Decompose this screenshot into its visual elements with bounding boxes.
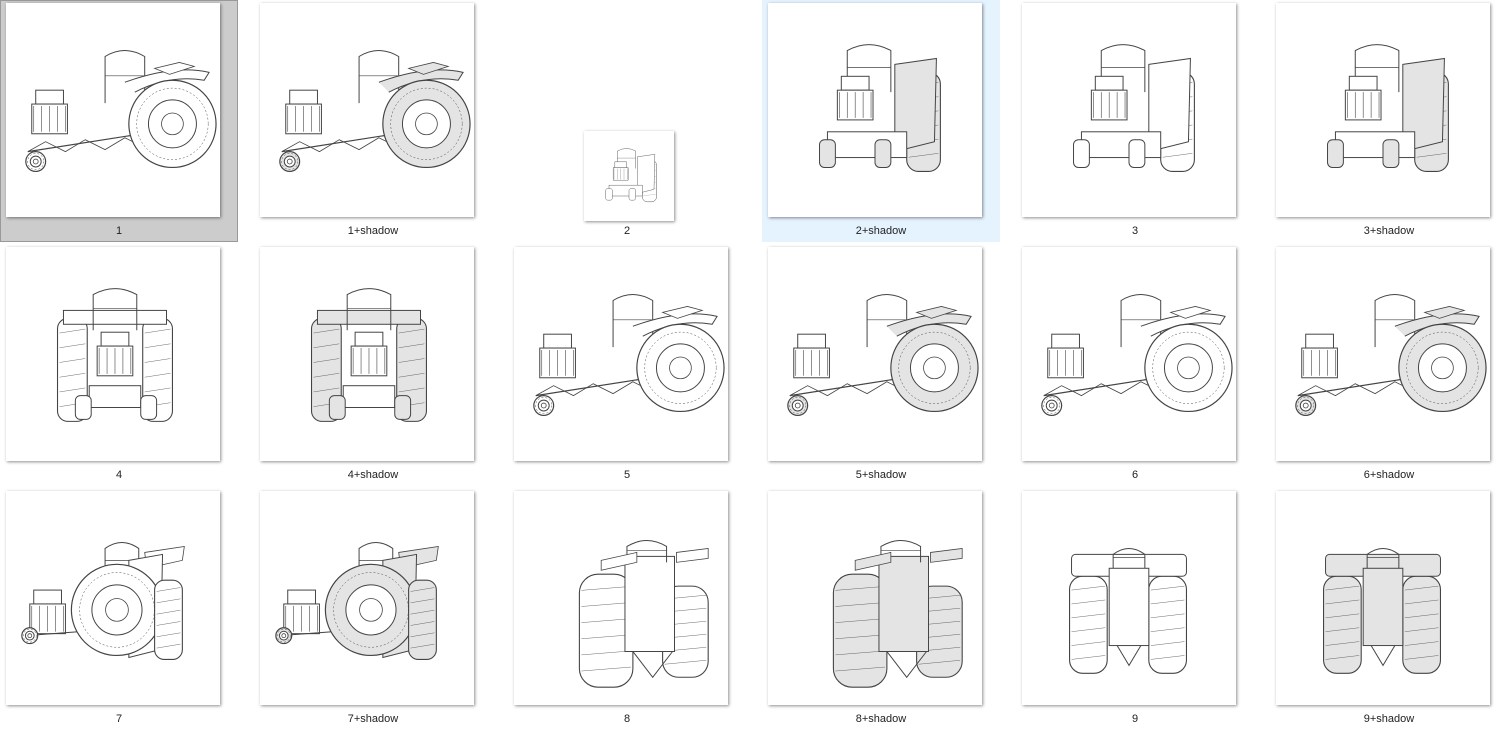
tractor-drawing-icon: [768, 247, 982, 461]
file-item[interactable]: 4: [0, 244, 238, 486]
file-thumbnail-grid: 1 1+shadow 2 2+shadow 3 3+shadow 4 4+shadow 5 5+s…: [0, 0, 1500, 735]
file-name-label: 6: [1131, 469, 1139, 481]
file-name-label: 7: [115, 713, 123, 725]
file-name-label: 3+shadow: [1363, 225, 1415, 237]
file-name-label: 7+shadow: [347, 713, 399, 725]
tractor-drawing-icon: [260, 491, 474, 705]
file-item[interactable]: 1+shadow: [254, 0, 492, 242]
file-name-label: 2: [623, 225, 631, 237]
file-item[interactable]: 3: [1016, 0, 1254, 242]
file-name-label: 1: [115, 225, 123, 237]
file-item[interactable]: 1: [0, 0, 238, 242]
tractor-drawing-icon: [768, 491, 982, 705]
file-name-label: 8: [623, 713, 631, 725]
tractor-drawing-icon: [260, 247, 474, 461]
file-name-label: 3: [1131, 225, 1139, 237]
tractor-drawing-icon: [514, 491, 728, 705]
file-item[interactable]: 9+shadow: [1270, 488, 1500, 730]
file-name-label: 8+shadow: [855, 713, 907, 725]
file-item[interactable]: 2+shadow: [762, 0, 1000, 242]
file-item[interactable]: 3+shadow: [1270, 0, 1500, 242]
file-item[interactable]: 6: [1016, 244, 1254, 486]
file-name-label: 9: [1131, 713, 1139, 725]
file-item[interactable]: 7+shadow: [254, 488, 492, 730]
tractor-drawing-icon: [1276, 491, 1490, 705]
file-name-label: 4+shadow: [347, 469, 399, 481]
tractor-drawing-icon: [6, 3, 220, 217]
file-item[interactable]: 6+shadow: [1270, 244, 1500, 486]
file-item[interactable]: 7: [0, 488, 238, 730]
tractor-drawing-icon: [514, 247, 728, 461]
tractor-drawing-icon: [6, 247, 220, 461]
file-item[interactable]: 5: [508, 244, 746, 486]
file-item[interactable]: 5+shadow: [762, 244, 1000, 486]
tractor-drawing-icon: [260, 3, 474, 217]
tractor-drawing-icon: [768, 3, 982, 217]
file-name-label: 4: [115, 469, 123, 481]
file-name-label: 5+shadow: [855, 469, 907, 481]
file-name-label: 2+shadow: [855, 225, 907, 237]
tractor-drawing-icon: [6, 491, 220, 705]
tractor-drawing-icon: [1022, 491, 1236, 705]
file-name-label: 1+shadow: [347, 225, 399, 237]
tractor-drawing-icon: [1022, 3, 1236, 217]
file-name-label: 9+shadow: [1363, 713, 1415, 725]
tractor-drawing-icon: [584, 131, 674, 221]
file-name-label: 6+shadow: [1363, 469, 1415, 481]
file-name-label: 5: [623, 469, 631, 481]
tractor-drawing-icon: [1022, 247, 1236, 461]
tractor-drawing-icon: [1276, 247, 1490, 461]
file-item[interactable]: 8+shadow: [762, 488, 1000, 730]
file-item[interactable]: 9: [1016, 488, 1254, 730]
tractor-drawing-icon: [1276, 3, 1490, 217]
file-item[interactable]: 8: [508, 488, 746, 730]
file-item[interactable]: 2: [508, 0, 746, 242]
file-item[interactable]: 4+shadow: [254, 244, 492, 486]
